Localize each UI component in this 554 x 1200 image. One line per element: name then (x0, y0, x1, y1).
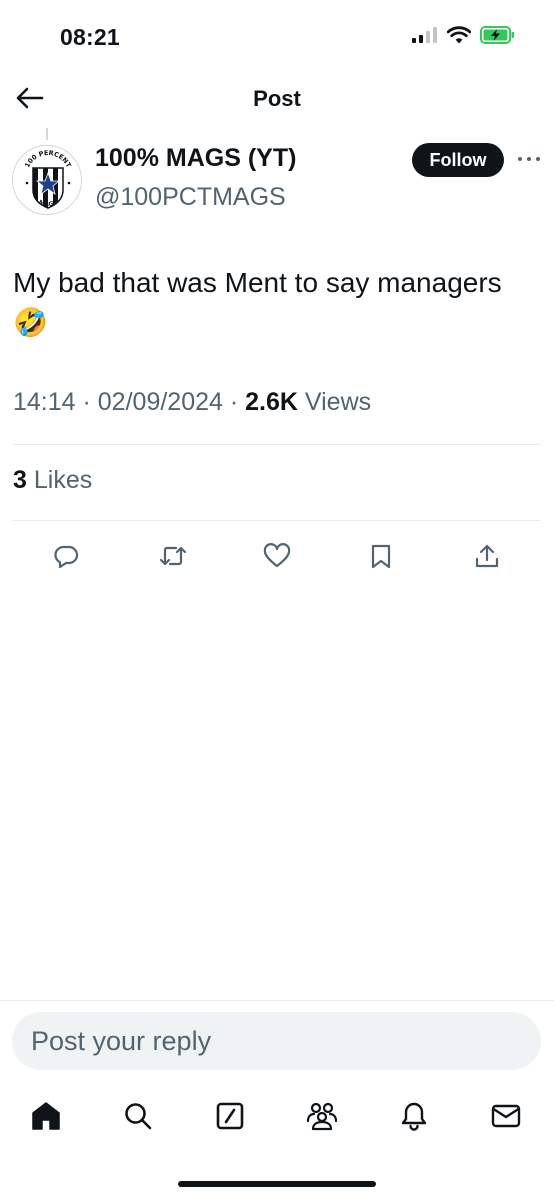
more-dots-icon (517, 149, 541, 167)
battery-charging-icon (480, 26, 516, 49)
tab-communities[interactable] (300, 1096, 344, 1140)
post-date[interactable]: 02/09/2024 (98, 388, 223, 416)
meta-separator: · (75, 388, 98, 416)
likes-stat[interactable]: 3 Likes (13, 466, 92, 495)
bookmark-button[interactable] (363, 540, 399, 576)
divider (13, 520, 541, 521)
tab-messages[interactable] (484, 1096, 528, 1140)
meta-separator: · (222, 388, 246, 416)
home-icon (30, 1100, 62, 1137)
envelope-icon (491, 1103, 521, 1134)
repost-button[interactable] (155, 540, 191, 576)
tab-notifications[interactable] (392, 1096, 436, 1140)
communities-icon (305, 1101, 339, 1136)
post-text: My bad that was Ment to say managers 🤣 (13, 263, 533, 343)
tab-grok[interactable] (208, 1096, 252, 1140)
search-icon (123, 1101, 153, 1136)
like-button[interactable] (259, 540, 295, 576)
home-indicator (178, 1181, 376, 1187)
divider (13, 444, 541, 445)
bottom-tab-bar (0, 1090, 554, 1146)
author-display-name[interactable]: 100% MAGS (YT) (95, 144, 296, 173)
views-count[interactable]: 2.6K (245, 388, 298, 416)
post-time[interactable]: 14:14 (13, 388, 76, 416)
reply-input[interactable] (12, 1012, 541, 1070)
tab-home[interactable] (24, 1096, 68, 1140)
reply-button[interactable] (48, 540, 84, 576)
post-body-text: My bad that was Ment to say managers (13, 267, 502, 298)
grok-slash-box-icon (215, 1101, 245, 1136)
thread-connector (46, 128, 48, 140)
bell-icon (399, 1101, 429, 1136)
post-header: Post (0, 72, 554, 126)
rofl-emoji: 🤣 (13, 306, 48, 339)
100-percent-mags-crest-icon: 100 PERCENT MAGS (15, 148, 81, 214)
views-label[interactable]: Views (305, 388, 371, 416)
status-icons (412, 26, 516, 49)
post-actions (0, 540, 554, 576)
likes-label: Likes (33, 466, 93, 494)
page-title: Post (253, 86, 301, 111)
follow-button[interactable]: Follow (412, 143, 504, 177)
repost-icon (159, 543, 187, 574)
status-time: 08:21 (60, 24, 120, 50)
post-meta: 14:14 · 02/09/2024 · 2.6K Views (13, 388, 371, 417)
avatar[interactable]: 100 PERCENT MAGS (12, 145, 82, 215)
likes-count: 3 (13, 466, 27, 494)
share-button[interactable] (469, 540, 505, 576)
wifi-icon (446, 26, 472, 49)
reply-bubble-icon (53, 543, 79, 574)
reply-divider (0, 1000, 554, 1001)
author-handle[interactable]: @100PCTMAGS (95, 183, 286, 212)
tab-search[interactable] (116, 1096, 160, 1140)
more-options-button[interactable] (514, 146, 544, 170)
status-bar: 08:21 (0, 0, 554, 72)
heart-icon (263, 542, 291, 574)
share-icon (474, 543, 500, 574)
bookmark-icon (369, 543, 393, 574)
cellular-signal-icon (412, 27, 438, 48)
